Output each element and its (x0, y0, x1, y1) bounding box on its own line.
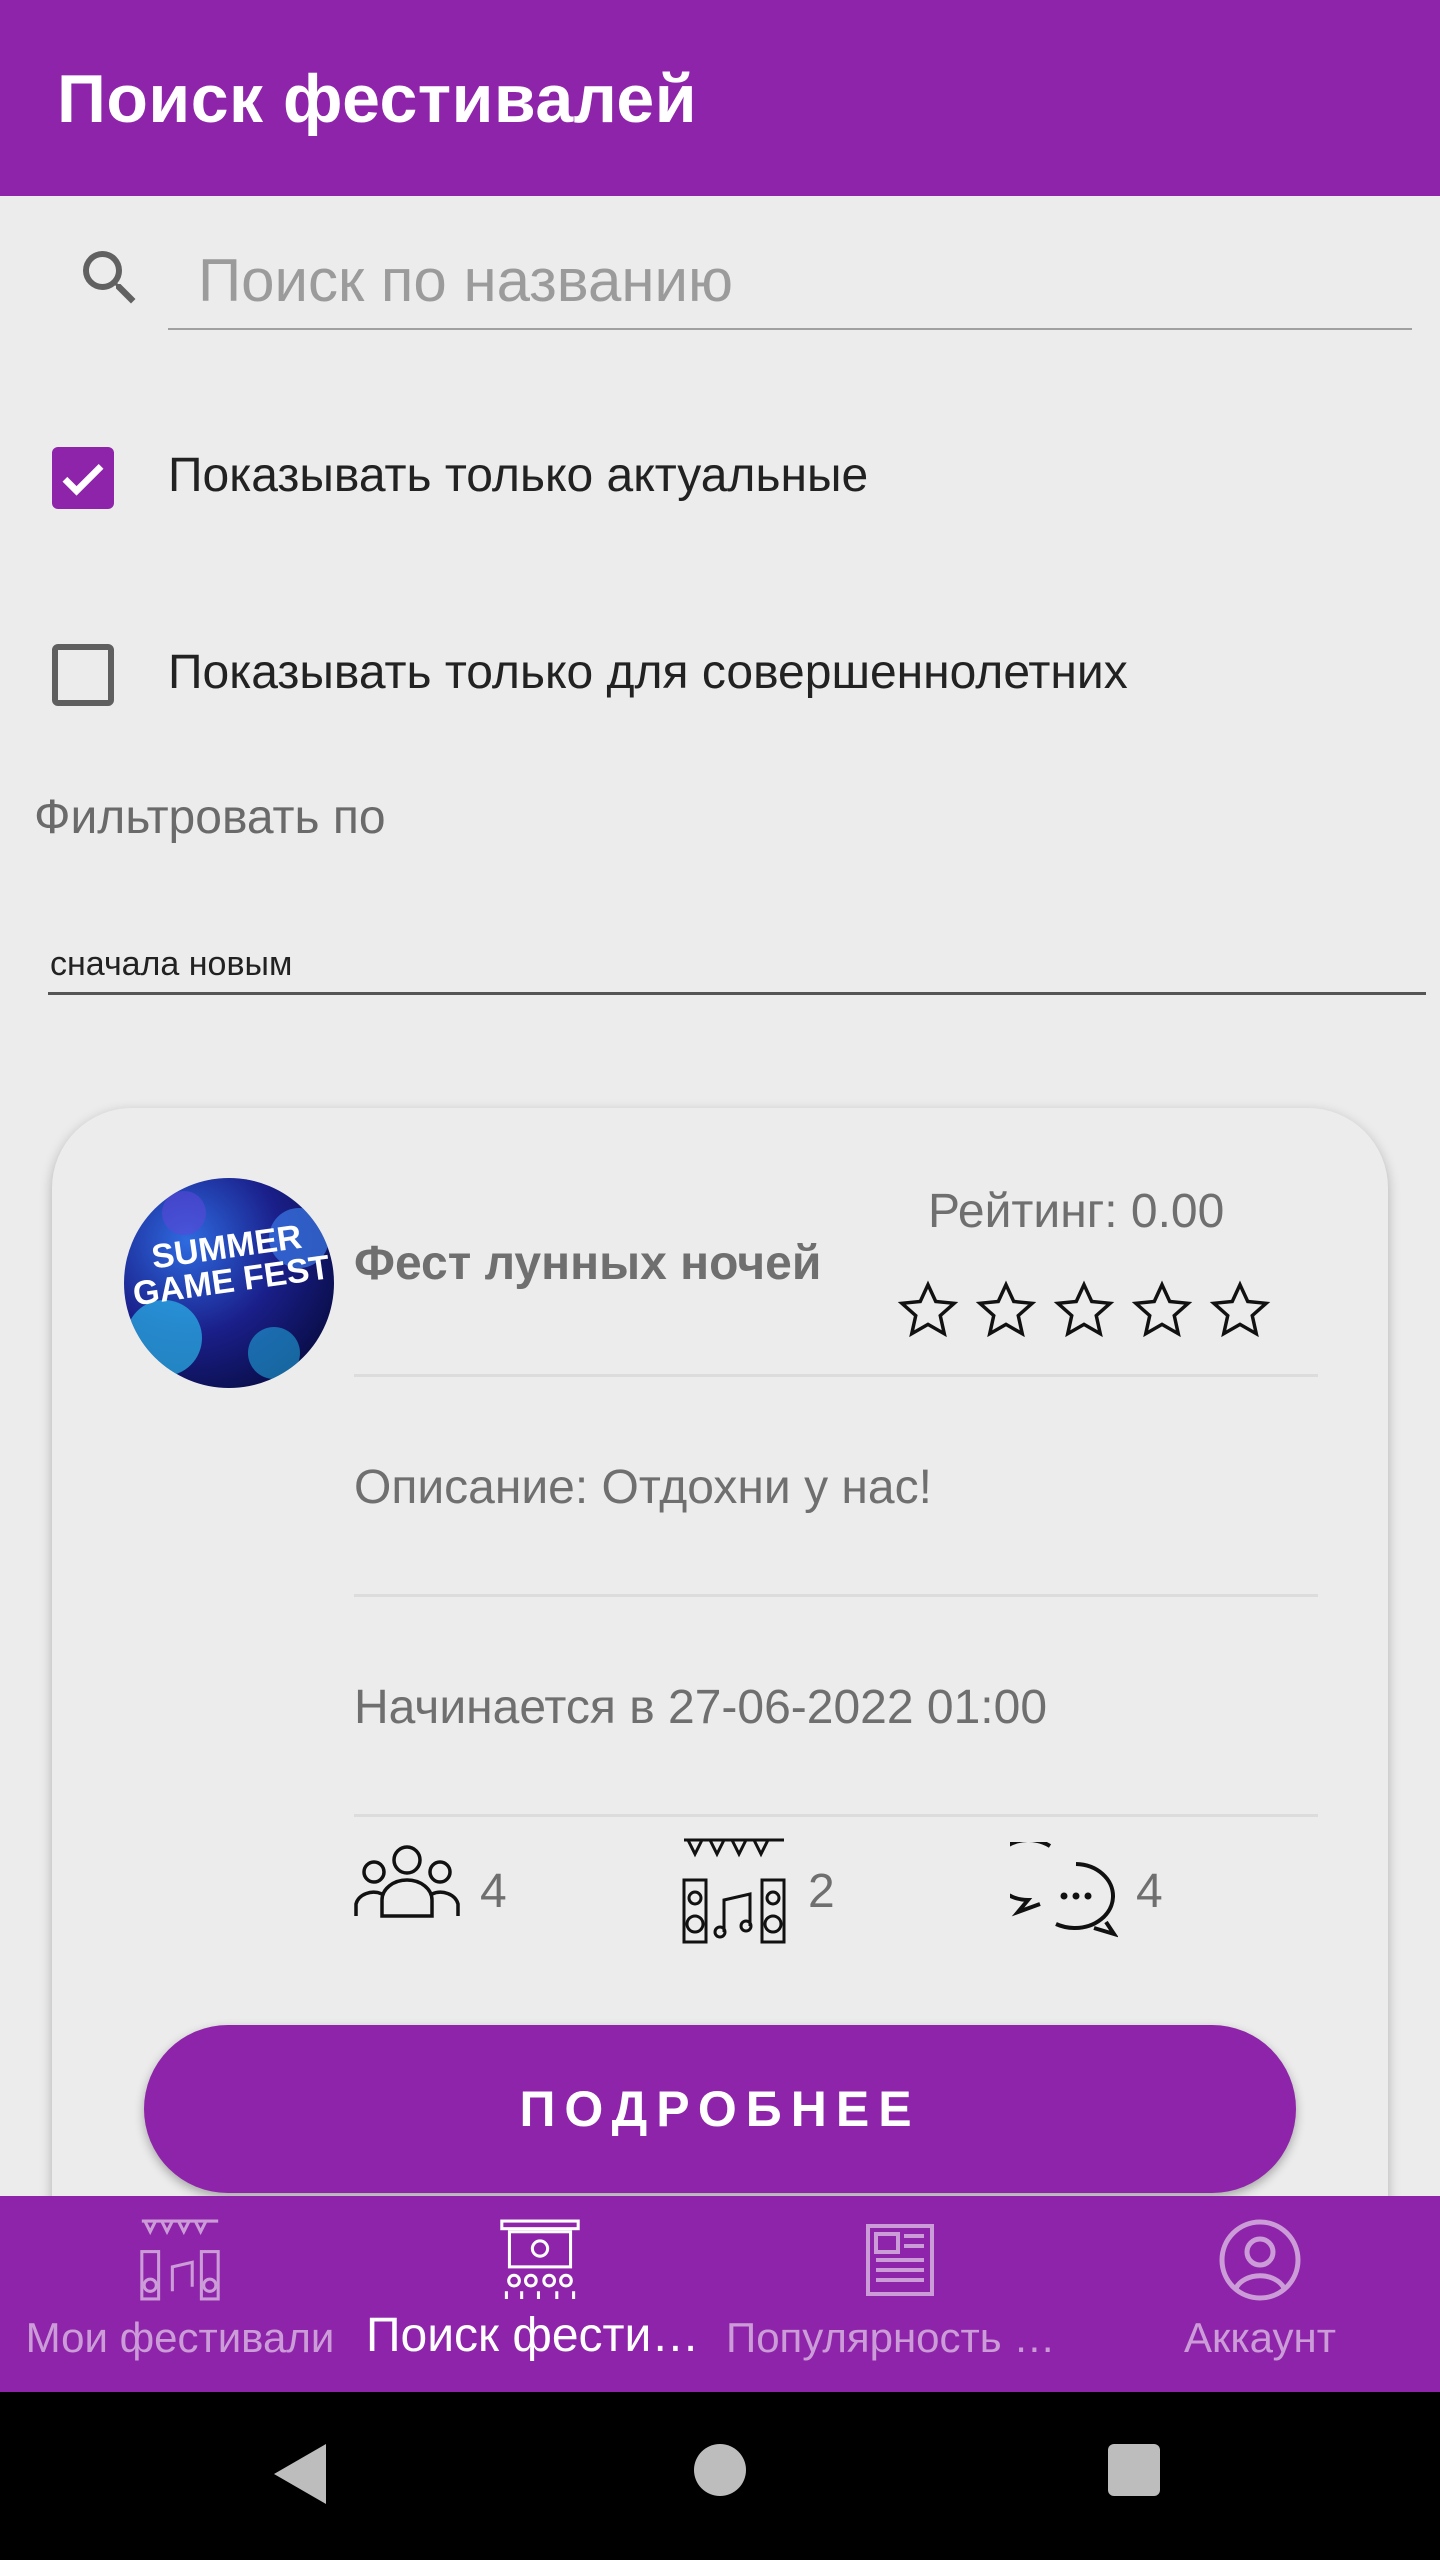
rating-stars[interactable] (896, 1278, 1272, 1342)
nav-search-festivals-label: Поиск фестив... (366, 2309, 717, 2362)
participants-icon (354, 1845, 460, 1918)
stage-speakers-icon (682, 1838, 786, 1944)
nav-search-festivals[interactable]: Поиск фестив... (360, 2196, 720, 2392)
participants-count: 4 (480, 1865, 507, 1918)
festival-name: Фест лунных ночей (354, 1237, 822, 1290)
news-icon (866, 2224, 934, 2296)
concert-stage-icon (500, 2219, 580, 2299)
comments-icon (1010, 1842, 1118, 1938)
comments-count: 4 (1136, 1865, 1163, 1918)
sort-label: Фильтровать по (34, 791, 386, 844)
only-adult-checkbox[interactable] (52, 644, 114, 706)
search-input[interactable] (168, 232, 1412, 330)
only-actual-checkbox[interactable] (52, 447, 114, 509)
events-count: 2 (808, 1865, 835, 1918)
recents-icon[interactable] (1108, 2444, 1160, 2496)
nav-account[interactable]: Аккаунт (1080, 2196, 1440, 2392)
home-icon[interactable] (694, 2444, 746, 2496)
more-details-button[interactable]: ПОДРОБНЕЕ (144, 2025, 1296, 2193)
checkmark-icon (62, 464, 104, 496)
search-icon[interactable] (74, 242, 146, 314)
only-adult-label: Показывать только для совершеннолетних (168, 646, 1128, 699)
only-adult-checkbox-row[interactable]: Показывать только для совершеннолетних (0, 617, 1440, 727)
star-icon[interactable] (1208, 1278, 1272, 1342)
star-icon[interactable] (1052, 1278, 1116, 1342)
system-navigation-bar (0, 2392, 1440, 2560)
divider (354, 1374, 1318, 1377)
festival-logo: SUMMER GAME FEST (124, 1178, 334, 1388)
divider (354, 1594, 1318, 1597)
only-actual-checkbox-row[interactable]: Показывать только актуальные (0, 420, 1440, 530)
sort-dropdown[interactable]: сначала новым (48, 935, 1426, 995)
nav-popularity-label: Популярность ф... (726, 2314, 1080, 2361)
divider (354, 1814, 1318, 1817)
account-icon (1219, 2219, 1301, 2301)
festival-rating: Рейтинг: 0.00 (928, 1185, 1225, 1238)
festival-start: Начинается в 27-06-2022 01:00 (354, 1681, 1048, 1734)
stage-speakers-icon (140, 2219, 220, 2301)
festival-description: Описание: Отдохни у нас! (354, 1461, 932, 1514)
star-icon[interactable] (974, 1278, 1038, 1342)
back-icon[interactable] (270, 2440, 330, 2508)
page-title: Поиск фестивалей (57, 61, 698, 137)
nav-my-festivals[interactable]: Мои фестивали (0, 2196, 360, 2392)
sort-dropdown-value: сначала новым (50, 945, 293, 983)
nav-my-festivals-label: Мои фестивали (25, 2314, 335, 2361)
search-bar (0, 196, 1440, 366)
star-icon[interactable] (1130, 1278, 1194, 1342)
nav-popularity[interactable]: Популярность ф... (720, 2196, 1080, 2392)
app-bar: Поиск фестивалей (0, 0, 1440, 196)
star-icon[interactable] (896, 1278, 960, 1342)
only-actual-label: Показывать только актуальные (168, 449, 869, 502)
nav-account-label: Аккаунт (1183, 2314, 1336, 2361)
bottom-navigation: Мои фестивали Поиск фестив... Популярнос… (0, 2196, 1440, 2392)
